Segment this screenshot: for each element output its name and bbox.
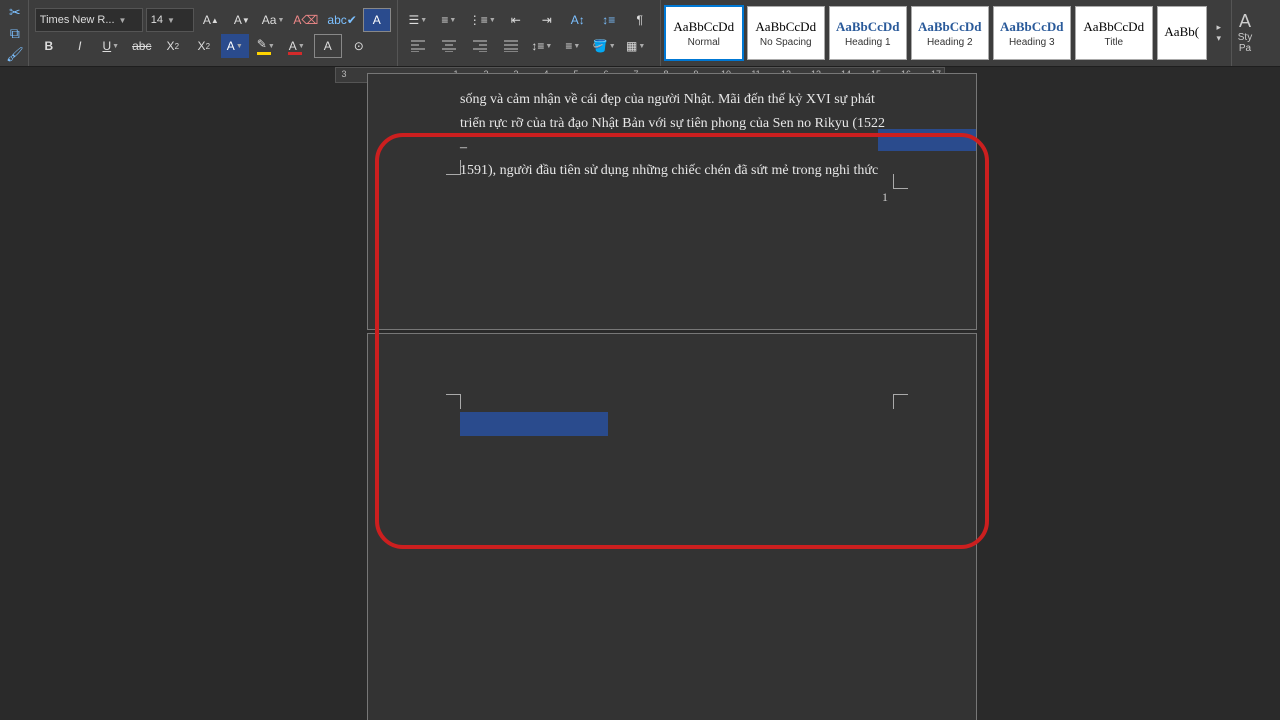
line-spacing-button[interactable]: ↕≡▼ — [528, 34, 556, 58]
styles-pane-button[interactable]: A Sty Pa — [1232, 0, 1258, 66]
font-group: Times New R... ▼ 14 ▼ A▲ A▼ Aa▼ A⌫ abc✔ … — [29, 0, 398, 66]
style-title[interactable]: AaBbCcDd Title — [1075, 6, 1153, 60]
styles-gallery: AaBbCcDd Normal AaBbCcDd No Spacing AaBb… — [661, 0, 1232, 66]
align-right-button[interactable] — [466, 34, 494, 58]
paragraph-spacing-button[interactable]: ≡▼ — [559, 34, 587, 58]
borders-button[interactable]: ▦▼ — [622, 34, 650, 58]
font-effects-button[interactable]: A▼ — [221, 34, 249, 58]
text-selection — [460, 412, 608, 436]
font-name-combo[interactable]: Times New R... ▼ — [35, 8, 143, 32]
ruler-num: 3 — [341, 69, 346, 79]
superscript-button[interactable]: X2 — [190, 34, 218, 58]
align-center-button[interactable] — [435, 34, 463, 58]
font-size-combo[interactable]: 14 ▼ — [146, 8, 194, 32]
page-2[interactable] — [367, 333, 977, 720]
font-color-button[interactable]: A ▼ — [283, 34, 311, 58]
align-left-icon — [411, 40, 425, 52]
font-color-bar — [288, 52, 302, 55]
bold-button[interactable]: B — [35, 34, 63, 58]
grow-font-button[interactable]: A▲ — [197, 8, 225, 32]
align-right-icon — [473, 40, 487, 52]
format-painter-icon[interactable]: 🖌 — [6, 46, 24, 63]
margin-marker — [446, 160, 461, 175]
document-area: sống và cảm nhận về cái đẹp của người Nh… — [0, 83, 1280, 720]
justify-icon — [504, 40, 518, 52]
margin-marker — [446, 394, 461, 409]
style-normal[interactable]: AaBbCcDd Normal — [665, 6, 743, 60]
page-number: 1 — [882, 190, 888, 205]
character-highlighting-button[interactable]: A — [363, 8, 391, 32]
sort-button[interactable]: A↕ — [564, 8, 592, 32]
text-line: triển rực rỡ của trà đạo Nhật Bản với sự… — [460, 112, 890, 160]
increase-indent-button[interactable]: ⇥ — [533, 8, 561, 32]
decrease-indent-button[interactable]: ⇤ — [502, 8, 530, 32]
margin-marker — [893, 394, 908, 409]
style-more-partial[interactable]: AaBb( — [1157, 6, 1207, 60]
body-text[interactable]: sống và cảm nhận về cái đẹp của người Nh… — [460, 88, 890, 183]
subscript-button[interactable]: X2 — [159, 34, 187, 58]
pilcrow-button[interactable]: ¶ — [626, 8, 654, 32]
styles-gallery-more-button[interactable]: ▸▾ — [1211, 7, 1227, 59]
paragraph-bg-button[interactable]: 🪣▼ — [590, 34, 619, 58]
align-left-button[interactable] — [404, 34, 432, 58]
align-center-icon — [442, 40, 456, 52]
chevron-down-icon: ▼ — [119, 16, 127, 25]
clear-formatting-button[interactable]: A⌫ — [290, 8, 321, 32]
italic-button[interactable]: I — [66, 34, 94, 58]
page-1[interactable]: sống và cảm nhận về cái đẹp của người Nh… — [367, 73, 977, 330]
cut-icon[interactable]: ✂ — [6, 4, 24, 21]
underline-button[interactable]: U▼ — [97, 34, 125, 58]
style-no-spacing[interactable]: AaBbCcDd No Spacing — [747, 6, 825, 60]
text-line: 1591), người đầu tiên sử dụng những chiế… — [460, 159, 890, 183]
paragraph-group: ☰▼ ≡▼ ⋮≡▼ ⇤ ⇥ A↕ ↕≡ ¶ ↕≡▼ ≡▼ 🪣▼ — [398, 0, 661, 66]
style-heading-2[interactable]: AaBbCcDd Heading 2 — [911, 6, 989, 60]
text-line: sống và cảm nhận về cái đẹp của người Nh… — [460, 88, 890, 112]
spellcheck-icon[interactable]: abc✔ — [324, 8, 359, 32]
shrink-font-button[interactable]: A▼ — [228, 8, 256, 32]
outline-list-button[interactable]: ⋮≡▼ — [466, 8, 499, 32]
style-heading-1[interactable]: AaBbCcDd Heading 1 — [829, 6, 907, 60]
chevron-down-icon: ▼ — [167, 16, 175, 25]
highlight-color-button[interactable]: ✎ ▼ — [252, 34, 280, 58]
style-heading-3[interactable]: AaBbCcDd Heading 3 — [993, 6, 1071, 60]
number-list-button[interactable]: ≡▼ — [435, 8, 463, 32]
clipboard-group: ✂ ⧉ 🖌 — [2, 0, 29, 66]
strikethrough-button[interactable]: abc — [128, 34, 156, 58]
font-size-value: 14 — [151, 14, 163, 26]
copy-icon[interactable]: ⧉ — [6, 25, 24, 42]
char-background-button[interactable]: A — [314, 34, 342, 58]
change-case-button[interactable]: Aa▼ — [259, 8, 288, 32]
justify-button[interactable] — [497, 34, 525, 58]
character-dialog-button[interactable]: ⊙ — [345, 34, 373, 58]
ribbon-toolbar: ✂ ⧉ 🖌 Times New R... ▼ 14 ▼ A▲ A▼ Aa▼ A⌫… — [0, 0, 1280, 67]
line-spacing-shortcut-button[interactable]: ↕≡ — [595, 8, 623, 32]
bullet-list-button[interactable]: ☰▼ — [404, 8, 432, 32]
margin-marker — [893, 174, 908, 189]
font-name-value: Times New R... — [40, 14, 115, 26]
text-selection — [878, 129, 976, 151]
highlight-color-bar — [257, 52, 271, 55]
